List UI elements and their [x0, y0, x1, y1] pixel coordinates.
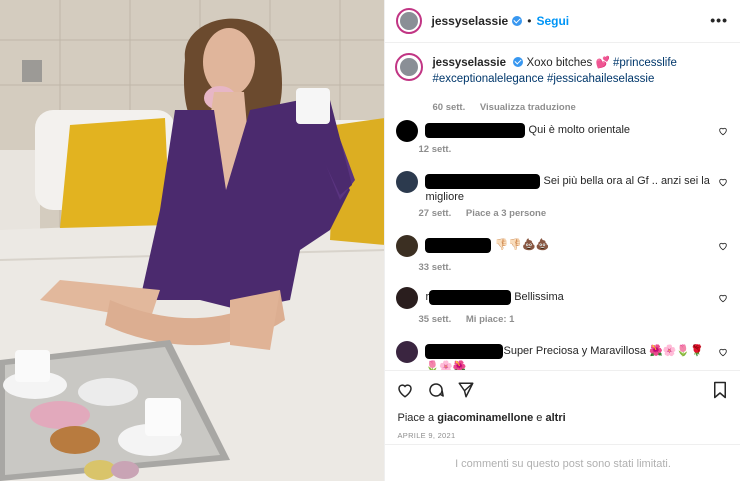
caption-username[interactable]: jessyselassie: [432, 57, 506, 69]
comment-body: Super Preciosa y Maravillosa 🌺🌸🌷🌹🌷🌸🌺: [425, 343, 715, 370]
comment-avatar[interactable]: [396, 171, 419, 193]
share-send-icon[interactable]: [457, 381, 475, 399]
comment-item: Sei più bella ora al Gf .. anzi sei la m…: [395, 171, 730, 223]
avatar[interactable]: [396, 8, 423, 34]
instagram-post: jessyselassie • Segui ••• jessyselassie …: [0, 0, 740, 481]
comment-likes[interactable]: Piace a 3 persone: [466, 208, 546, 219]
comment-age: 33 sett.: [418, 262, 452, 273]
comment-body: Sei più bella ora al Gf .. anzi sei la m…: [425, 173, 715, 205]
more-icon[interactable]: •••: [710, 12, 728, 28]
comment-body: Qui è molto orientale: [425, 122, 715, 138]
comment-avatar[interactable]: [396, 235, 419, 257]
comment-meta: 27 sett. Piace a 3 persone: [418, 208, 558, 219]
like-heart-icon[interactable]: [718, 126, 728, 136]
comment-age: 12 sett.: [418, 144, 452, 155]
hashtag-jessicahaileselassie[interactable]: #jessicahaileselassie: [547, 73, 654, 85]
comments-scroll-area[interactable]: jessyselassie Xoxo bitches 💕 #princessli…: [385, 43, 740, 370]
comment-bubble-icon[interactable]: [427, 381, 445, 399]
comment-text: 👎🏻👎🏻💩💩: [494, 239, 550, 251]
hashtag-princesslife[interactable]: #princesslife: [613, 57, 677, 69]
like-heart-icon[interactable]: [718, 241, 728, 251]
post-photo[interactable]: [0, 0, 385, 481]
hashtag-exceptionalelegance[interactable]: #exceptionalelegance: [432, 73, 543, 85]
likes-summary: Piace a giacominamellone e altri: [397, 412, 565, 424]
save-bookmark-icon[interactable]: [712, 381, 728, 399]
redacted-username: [429, 289, 512, 305]
post-header: jessyselassie • Segui •••: [385, 0, 740, 43]
translate-link[interactable]: Visualizza traduzione: [480, 102, 576, 113]
comment-meta: 12 sett.: [418, 144, 463, 155]
comment-age: 35 sett.: [418, 314, 452, 325]
redacted-username: [425, 237, 492, 253]
comment-item: 👎🏻👎🏻💩💩 33 sett.: [395, 235, 730, 275]
comment-avatar[interactable]: [396, 287, 419, 309]
caption-avatar[interactable]: [395, 53, 424, 81]
comment-meta: 35 sett. Mi piace: 1: [418, 314, 526, 325]
comment-body: r Bellissima: [425, 289, 715, 305]
comment-avatar[interactable]: [396, 120, 419, 142]
comment-age: 27 sett.: [418, 208, 452, 219]
post-image: [0, 0, 385, 481]
comment-avatar[interactable]: [396, 341, 419, 363]
post-sidebar: jessyselassie • Segui ••• jessyselassie …: [384, 0, 740, 481]
verified-badge-icon: [513, 57, 524, 67]
comment-meta: 33 sett.: [418, 262, 463, 273]
action-icons: [396, 381, 475, 404]
post-date[interactable]: APRILE 9, 2021: [397, 431, 455, 440]
caption-text: Xoxo bitches 💕: [526, 57, 610, 69]
separator-dot: •: [527, 14, 532, 28]
comment-item: Super Preciosa y Maravillosa 🌺🌸🌷🌹🌷🌸🌺: [395, 341, 730, 370]
likes-others[interactable]: altri: [545, 412, 565, 424]
likes-and: e: [536, 412, 543, 424]
like-heart-icon[interactable]: [718, 347, 728, 357]
caption: jessyselassie Xoxo bitches 💕 #princessli…: [395, 53, 730, 113]
comment-body: 👎🏻👎🏻💩💩: [425, 237, 715, 253]
comments-limited-notice: I commenti su questo post sono stati lim…: [385, 444, 740, 483]
like-heart-icon[interactable]: [718, 177, 728, 187]
caption-text-block: jessyselassie Xoxo bitches 💕 #princessli…: [432, 55, 722, 87]
likes-user[interactable]: giacominamellone: [437, 412, 533, 424]
comment-text: Bellissima: [514, 291, 564, 303]
comment-likes[interactable]: Mi piace: 1: [466, 314, 515, 325]
caption-meta: 60 sett. Visualizza traduzione: [432, 102, 587, 113]
verified-badge-icon: [512, 16, 523, 26]
redacted-username: [425, 173, 541, 189]
comment-item: r Bellissima 35 sett. Mi piace: 1: [395, 287, 730, 327]
redacted-username: [425, 343, 504, 359]
comment-item: Qui è molto orientale 12 sett.: [395, 120, 730, 160]
comment-text: Qui è molto orientale: [528, 124, 631, 136]
likes-prefix: Piace a: [397, 412, 435, 424]
redacted-username: [425, 122, 526, 138]
like-heart-icon[interactable]: [718, 293, 728, 303]
caption-age: 60 sett.: [432, 102, 466, 113]
post-actions: Piace a giacominamellone e altri APRILE …: [385, 370, 740, 482]
like-heart-icon[interactable]: [396, 381, 414, 399]
header-username[interactable]: jessyselassie: [431, 14, 508, 28]
follow-button[interactable]: Segui: [536, 14, 569, 28]
